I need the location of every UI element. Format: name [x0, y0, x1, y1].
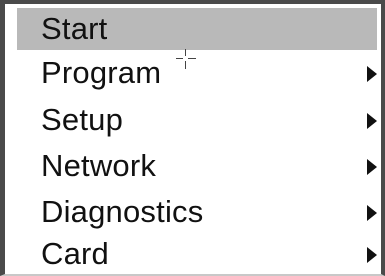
menu-item-label: Setup — [41, 102, 124, 137]
menu-item-label: Diagnostics — [41, 194, 204, 229]
submenu-arrow-icon — [367, 113, 377, 129]
menu-item-label: Program — [41, 55, 162, 90]
menu-list: Start Program Setup Network Diagnostics … — [10, 8, 377, 272]
menu-item-diagnostics[interactable]: Diagnostics — [17, 191, 377, 233]
menu-item-setup[interactable]: Setup — [17, 99, 377, 141]
submenu-arrow-icon — [367, 205, 377, 221]
menu-item-network[interactable]: Network — [17, 145, 377, 187]
context-menu: Start Program Setup Network Diagnostics … — [0, 0, 385, 276]
submenu-arrow-icon — [367, 247, 377, 263]
menu-item-start[interactable]: Start — [17, 8, 377, 50]
menu-item-card[interactable]: Card — [17, 233, 377, 275]
submenu-arrow-icon — [367, 159, 377, 175]
menu-item-label: Network — [41, 148, 157, 183]
menu-item-program[interactable]: Program — [17, 52, 377, 94]
menu-item-label: Start — [41, 11, 108, 46]
menu-item-label: Card — [41, 236, 109, 271]
submenu-arrow-icon — [367, 66, 377, 82]
